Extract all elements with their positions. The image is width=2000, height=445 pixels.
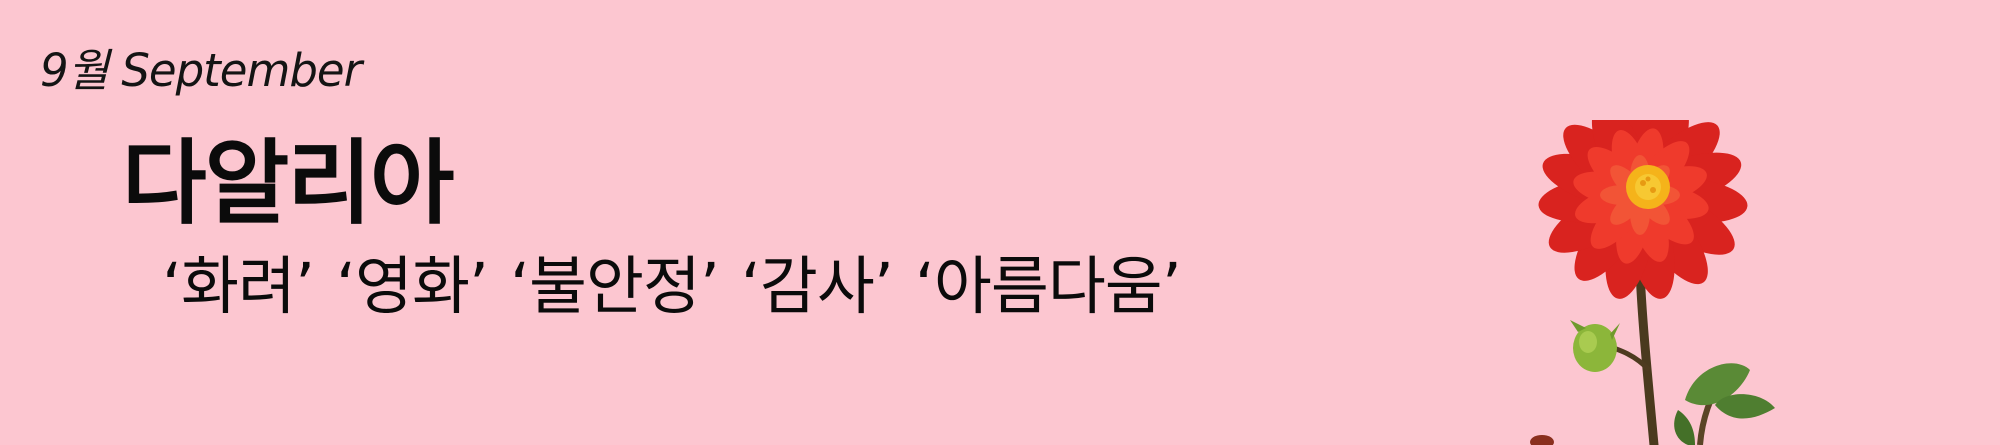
- leaf: [1674, 410, 1695, 445]
- dahlia-bloom: [1538, 120, 1748, 299]
- meaning-item: ‘아름다움’: [914, 250, 1182, 323]
- main-stem: [1635, 265, 1659, 445]
- meaning-item: ‘불안정’: [509, 250, 720, 323]
- dahlia-flower-icon: [1530, 120, 1775, 445]
- meaning-item: ‘영화’: [335, 250, 489, 323]
- month-label: 9월 September: [40, 44, 362, 97]
- meaning-item: ‘감사’: [740, 250, 894, 323]
- fallen-petal: [1530, 435, 1554, 445]
- meaning-item: ‘화려’: [162, 250, 315, 323]
- flower-name: 다알리아: [122, 130, 455, 237]
- flower-meanings: ‘화려’ ‘영화’ ‘불안정’ ‘감사’ ‘아름다움’: [162, 250, 1182, 323]
- leaf: [1715, 394, 1775, 419]
